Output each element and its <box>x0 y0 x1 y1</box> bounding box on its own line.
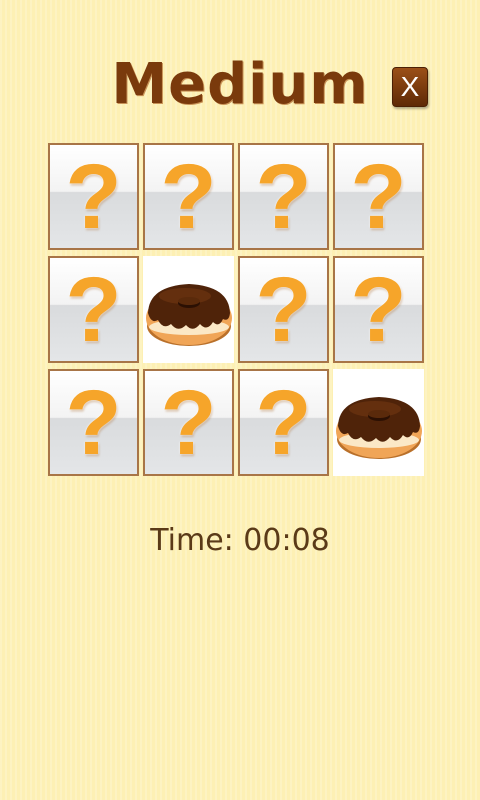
card[interactable]: ? <box>48 256 139 363</box>
question-mark-icon: ? <box>65 146 122 248</box>
question-mark-icon: ? <box>65 372 122 474</box>
card-revealed[interactable] <box>143 256 234 363</box>
question-mark-icon: ? <box>255 146 312 248</box>
question-mark-icon: ? <box>350 146 407 248</box>
card[interactable]: ? <box>333 143 424 250</box>
question-mark-icon: ? <box>255 372 312 474</box>
question-mark-icon: ? <box>65 259 122 361</box>
close-button[interactable]: X <box>392 67 428 107</box>
question-mark-icon: ? <box>350 259 407 361</box>
card[interactable]: ? <box>333 256 424 363</box>
card[interactable]: ? <box>143 369 234 476</box>
card[interactable]: ? <box>238 256 329 363</box>
card[interactable]: ? <box>48 369 139 476</box>
timer-label: Time: 00:08 <box>150 523 330 558</box>
chocolate-donut-icon <box>146 284 232 346</box>
card-revealed[interactable] <box>333 369 424 476</box>
question-mark-icon: ? <box>160 146 217 248</box>
chocolate-donut-icon <box>336 397 422 459</box>
question-mark-icon: ? <box>160 372 217 474</box>
card[interactable]: ? <box>48 143 139 250</box>
card[interactable]: ? <box>238 369 329 476</box>
card[interactable]: ? <box>238 143 329 250</box>
card[interactable]: ? <box>143 143 234 250</box>
question-mark-icon: ? <box>255 259 312 361</box>
